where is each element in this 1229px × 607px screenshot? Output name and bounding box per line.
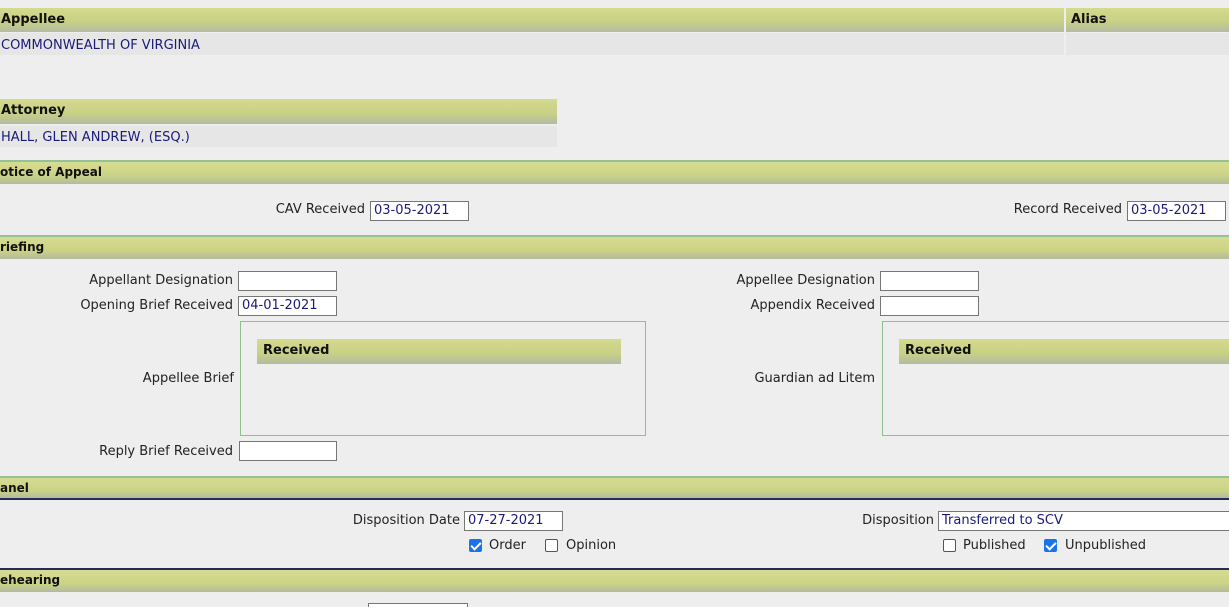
opening-brief-label: Opening Brief Received <box>80 298 233 313</box>
order-checkbox[interactable] <box>469 539 482 552</box>
rehearing-header: ehearing <box>0 568 1229 592</box>
cav-received-input[interactable]: 03-05-2021 <box>370 201 469 221</box>
appellee-name-link[interactable]: COMMONWEALTH OF VIRGINIA <box>1 38 200 53</box>
opinion-label: Opinion <box>566 538 617 553</box>
attorney-name-link[interactable]: HALL, GLEN ANDREW, (ESQ.) <box>1 130 190 145</box>
briefing-header: riefing <box>0 235 1229 259</box>
guardian-received-header: Received <box>899 339 1229 364</box>
record-received-input[interactable]: 03-05-2021 <box>1127 201 1226 221</box>
disposition-input[interactable]: Transferred to SCV <box>938 511 1229 531</box>
reply-brief-label: Reply Brief Received <box>99 444 233 459</box>
record-received-label: Record Received <box>1013 202 1122 217</box>
appellant-designation-label: Appellant Designation <box>89 273 233 288</box>
appellant-designation-input[interactable] <box>238 271 337 291</box>
notice-of-appeal-header: otice of Appeal <box>0 160 1229 184</box>
appellee-header: Appellee <box>0 8 1064 32</box>
appendix-received-label: Appendix Received <box>750 298 875 313</box>
order-label: Order <box>489 538 526 553</box>
appellee-brief-label: Appellee Brief <box>142 371 234 386</box>
attorney-header: Attorney <box>0 99 557 124</box>
cav-received-label: CAV Received <box>275 202 365 217</box>
appendix-received-input[interactable] <box>880 296 979 316</box>
alias-header: Alias <box>1066 8 1229 32</box>
disposition-date-input[interactable]: 07-27-2021 <box>464 511 563 531</box>
rehearing-input-partial[interactable] <box>368 603 468 607</box>
published-label: Published <box>963 538 1026 553</box>
appellee-brief-received-header: Received <box>257 339 621 364</box>
disposition-date-label: Disposition Date <box>352 513 460 528</box>
reply-brief-input[interactable] <box>239 441 337 461</box>
unpublished-label: Unpublished <box>1065 538 1146 553</box>
appellee-designation-input[interactable] <box>880 271 979 291</box>
alias-cell <box>1066 33 1229 55</box>
guardian-ad-litem-label: Guardian ad Litem <box>754 371 875 386</box>
panel-header: anel <box>0 476 1229 500</box>
appellee-designation-label: Appellee Designation <box>736 273 876 288</box>
unpublished-checkbox[interactable] <box>1044 539 1057 552</box>
disposition-label: Disposition <box>862 513 934 528</box>
opening-brief-input[interactable]: 04-01-2021 <box>238 296 337 316</box>
published-checkbox[interactable] <box>943 539 956 552</box>
opinion-checkbox[interactable] <box>545 539 558 552</box>
